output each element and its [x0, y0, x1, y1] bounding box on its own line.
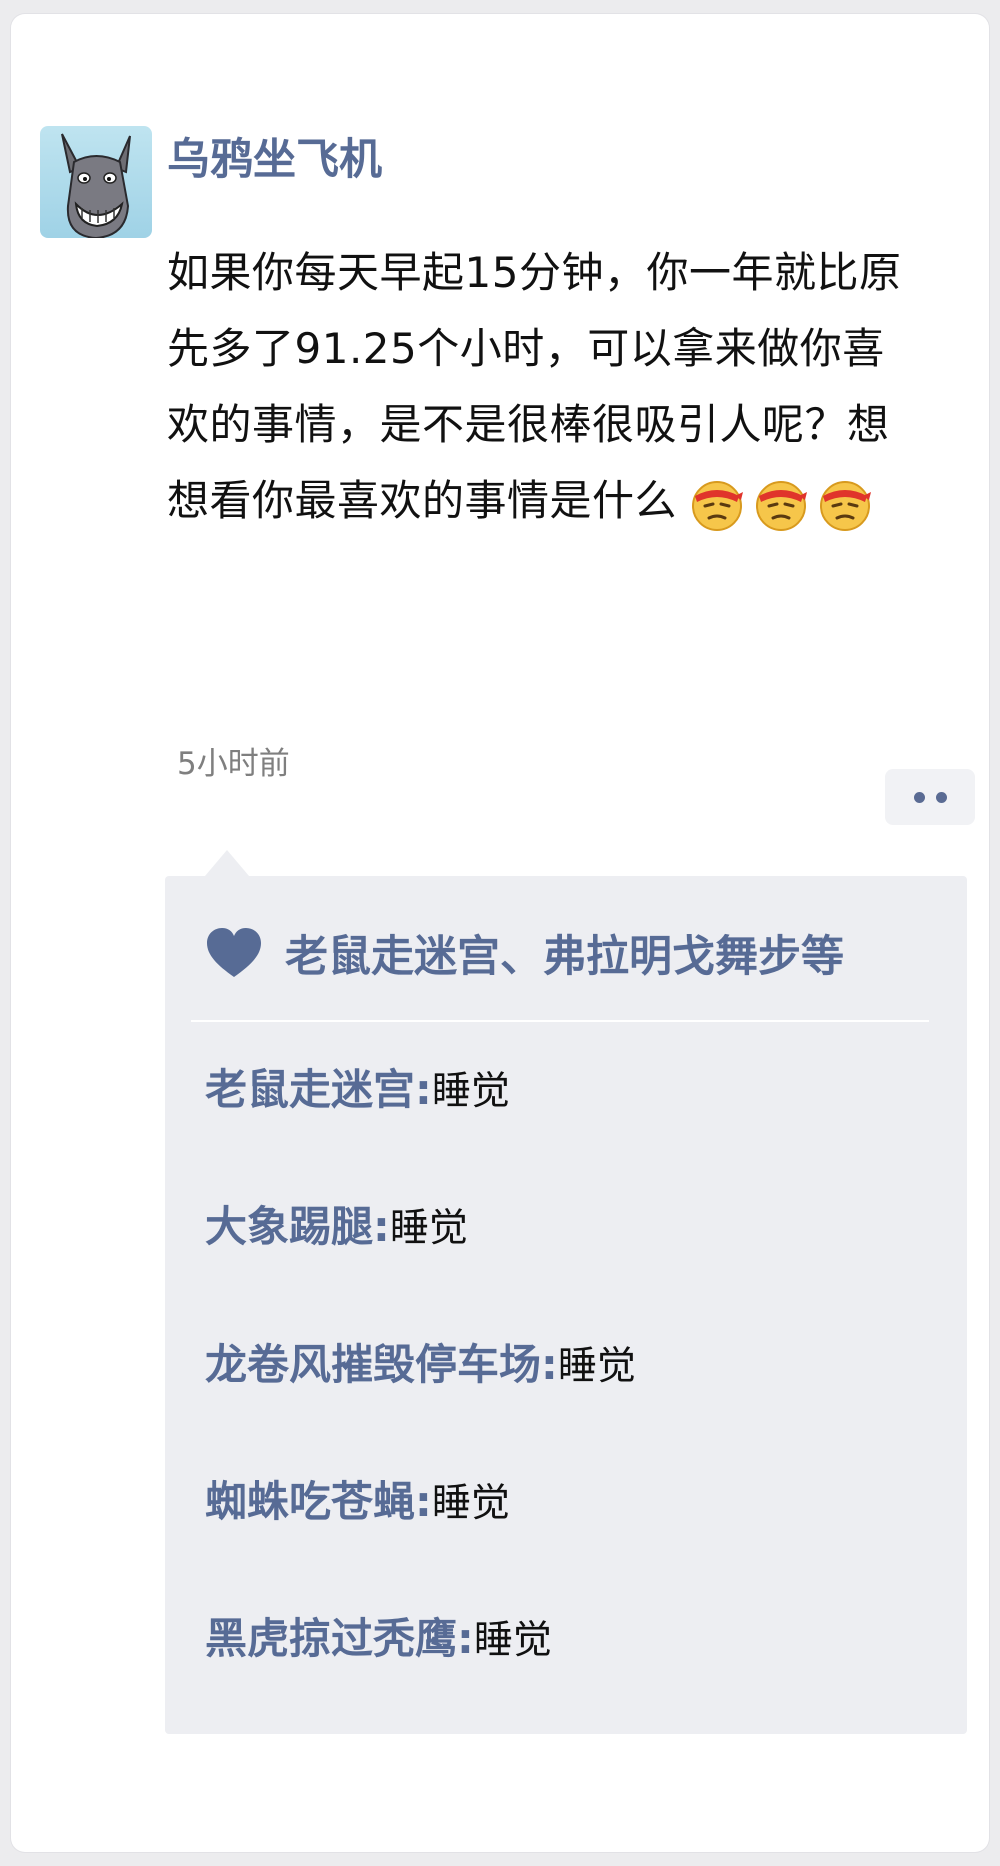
- comment-item[interactable]: 老鼠走迷宫:睡觉: [205, 1062, 510, 1120]
- emoji-group: [689, 476, 873, 532]
- moments-post-card: 乌鸦坐飞机 如果你每天早起15分钟，你一年就比原先多了91.25个小时，可以拿来…: [11, 14, 989, 1852]
- comment-panel-pointer: [205, 850, 249, 876]
- comment-author[interactable]: 老鼠走迷宫: [205, 1065, 415, 1114]
- dot-icon: [913, 791, 925, 803]
- donkey-avatar-icon: [40, 126, 152, 238]
- comment-separator: :: [457, 1614, 474, 1663]
- avatar[interactable]: [40, 126, 152, 238]
- divider: [191, 1020, 929, 1022]
- more-actions-button[interactable]: [885, 769, 975, 825]
- post-timestamp: 5小时前: [177, 746, 290, 782]
- likes-row: 老鼠走迷宫、弗拉明戈舞步等: [205, 922, 844, 984]
- smirk-headband-emoji-icon: [820, 480, 872, 531]
- comment-item[interactable]: 黑虎掠过秃鹰:睡觉: [205, 1611, 552, 1669]
- likes-comments-panel: 老鼠走迷宫、弗拉明戈舞步等 老鼠走迷宫:睡觉 大象踢腿:睡觉 龙卷风摧毁停车场:…: [165, 876, 967, 1734]
- comment-item[interactable]: 龙卷风摧毁停车场:睡觉: [205, 1337, 636, 1395]
- likes-names[interactable]: 老鼠走迷宫、弗拉明戈舞步等: [285, 922, 844, 984]
- comment-text: 睡觉: [431, 1481, 510, 1526]
- comment-author[interactable]: 黑虎掠过秃鹰: [205, 1614, 457, 1663]
- comment-separator: :: [373, 1202, 390, 1251]
- post-content: 如果你每天早起15分钟，你一年就比原先多了91.25个小时，可以拿来做你喜欢的事…: [167, 235, 912, 539]
- smirk-headband-emoji-icon: [756, 480, 808, 531]
- comment-author[interactable]: 大象踢腿: [205, 1202, 373, 1251]
- comment-author[interactable]: 蜘蛛吃苍蝇: [205, 1477, 415, 1526]
- post-username[interactable]: 乌鸦坐飞机: [167, 132, 382, 188]
- comment-separator: :: [415, 1065, 432, 1114]
- comment-author[interactable]: 龙卷风摧毁停车场: [205, 1340, 541, 1389]
- comment-text: 睡觉: [389, 1206, 468, 1251]
- comment-text: 睡觉: [431, 1069, 510, 1114]
- dot-icon: [935, 791, 947, 803]
- comment-item[interactable]: 大象踢腿:睡觉: [205, 1199, 468, 1257]
- comment-item[interactable]: 蜘蛛吃苍蝇:睡觉: [205, 1474, 510, 1532]
- comment-text: 睡觉: [557, 1344, 636, 1389]
- comment-separator: :: [541, 1340, 558, 1389]
- comment-text: 睡觉: [473, 1618, 552, 1663]
- smirk-headband-emoji-icon: [692, 480, 744, 531]
- heart-icon: [207, 928, 261, 977]
- comment-separator: :: [415, 1477, 432, 1526]
